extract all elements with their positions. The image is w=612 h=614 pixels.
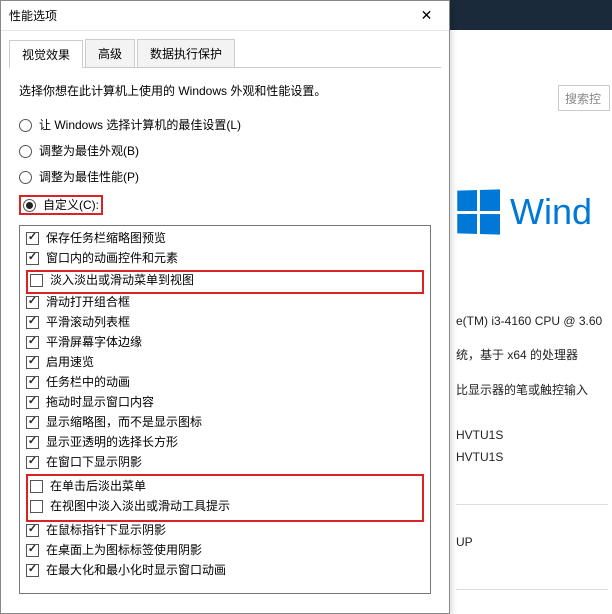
radio-label: 调整为最佳性能(P) — [39, 169, 139, 185]
performance-options-dialog: 性能选项 ✕ 视觉效果 高级 数据执行保护 选择你想在此计算机上使用的 Wind… — [0, 0, 450, 614]
effect-label: 任务栏中的动画 — [46, 374, 130, 390]
effect-item[interactable]: 拖动时显示窗口内容 — [26, 394, 424, 410]
effect-label: 显示缩略图，而不是显示图标 — [46, 414, 202, 430]
radio-icon — [19, 171, 32, 184]
effect-label: 显示亚透明的选择长方形 — [46, 434, 178, 450]
effect-item[interactable]: 在窗口下显示阴影 — [26, 454, 424, 470]
effect-label: 在鼠标指针下显示阴影 — [46, 522, 166, 538]
checkbox-icon — [26, 524, 39, 537]
effect-label: 拖动时显示窗口内容 — [46, 394, 154, 410]
effect-label: 滑动打开组合框 — [46, 294, 130, 310]
checkbox-icon — [26, 232, 39, 245]
checkbox-icon — [26, 456, 39, 469]
radio-option-1[interactable]: 调整为最佳外观(B) — [19, 143, 431, 159]
radio-label: 自定义(C): — [43, 197, 99, 213]
checkbox-icon — [26, 436, 39, 449]
peninput-line: 比显示器的笔或触控输入 — [456, 381, 608, 398]
windows-logo-icon — [457, 189, 500, 234]
effect-item[interactable]: 保存任务栏缩略图预览 — [26, 230, 424, 246]
windows-brand: Wind — [456, 190, 608, 234]
radio-label: 让 Windows 选择计算机的最佳设置(L) — [39, 117, 241, 133]
checkbox-icon — [26, 316, 39, 329]
dialog-titlebar: 性能选项 ✕ — [1, 1, 449, 31]
effect-label: 平滑屏幕字体边缘 — [46, 334, 142, 350]
highlight-box: 在单击后淡出菜单在视图中淡入淡出或滑动工具提示 — [26, 474, 424, 522]
checkbox-icon — [26, 336, 39, 349]
effect-label: 在最大化和最小化时显示窗口动画 — [46, 562, 226, 578]
radio-icon — [19, 145, 32, 158]
checkbox-icon — [26, 416, 39, 429]
checkbox-icon — [30, 500, 43, 513]
tab-dep[interactable]: 数据执行保护 — [137, 39, 235, 67]
effect-label: 窗口内的动画控件和元素 — [46, 250, 178, 266]
checkbox-icon — [26, 252, 39, 265]
effect-label: 在单击后淡出菜单 — [50, 478, 146, 494]
cpu-line: e(TM) i3-4160 CPU @ 3.60 — [456, 314, 608, 328]
workgroup-line: UP — [456, 535, 608, 549]
tab-advanced[interactable]: 高级 — [85, 39, 135, 67]
radio-option-3[interactable]: 自定义(C): — [19, 195, 431, 215]
effect-item[interactable]: 在桌面上为图标标签使用阴影 — [26, 542, 424, 558]
effect-item[interactable]: 平滑屏幕字体边缘 — [26, 334, 424, 350]
highlight-box: 自定义(C): — [19, 195, 103, 215]
checkbox-icon — [26, 544, 39, 557]
tab-row: 视觉效果 高级 数据执行保护 — [9, 39, 441, 68]
effect-item[interactable]: 淡入淡出或滑动菜单到视图 — [30, 272, 420, 288]
checkbox-icon — [30, 274, 43, 287]
effect-item[interactable]: 在最大化和最小化时显示窗口动画 — [26, 562, 424, 578]
radio-icon — [19, 119, 32, 132]
radio-option-0[interactable]: 让 Windows 选择计算机的最佳设置(L) — [19, 117, 431, 133]
dialog-title: 性能选项 — [9, 7, 57, 24]
tab-visual-effects[interactable]: 视觉效果 — [9, 40, 83, 68]
arch-line: 统，基于 x64 的处理器 — [456, 346, 608, 363]
dialog-description: 选择你想在此计算机上使用的 Windows 外观和性能设置。 — [19, 82, 431, 99]
highlight-box: 淡入淡出或滑动菜单到视图 — [26, 270, 424, 294]
close-icon: ✕ — [421, 7, 433, 24]
effect-label: 启用速览 — [46, 354, 94, 370]
hostname-1: HVTU1S — [456, 428, 608, 442]
effect-item[interactable]: 在鼠标指针下显示阴影 — [26, 522, 424, 538]
effect-item[interactable]: 在单击后淡出菜单 — [30, 478, 420, 494]
effect-label: 在视图中淡入淡出或滑动工具提示 — [50, 498, 230, 514]
search-placeholder: 搜索控 — [565, 90, 601, 107]
radio-option-2[interactable]: 调整为最佳性能(P) — [19, 169, 431, 185]
checkbox-icon — [26, 564, 39, 577]
radio-icon — [23, 199, 36, 212]
effect-item[interactable]: 窗口内的动画控件和元素 — [26, 250, 424, 266]
effect-label: 平滑滚动列表框 — [46, 314, 130, 330]
effect-label: 在窗口下显示阴影 — [46, 454, 142, 470]
effect-item[interactable]: 任务栏中的动画 — [26, 374, 424, 390]
radio-label: 调整为最佳外观(B) — [39, 143, 139, 159]
checkbox-icon — [26, 356, 39, 369]
checkbox-icon — [26, 296, 39, 309]
control-panel-search[interactable]: 搜索控 — [558, 85, 610, 111]
brand-text: Wind — [510, 191, 592, 233]
effect-item[interactable]: 显示亚透明的选择长方形 — [26, 434, 424, 450]
effect-item[interactable]: 在视图中淡入淡出或滑动工具提示 — [30, 498, 420, 514]
close-button[interactable]: ✕ — [404, 1, 449, 30]
checkbox-icon — [26, 376, 39, 389]
checkbox-icon — [26, 396, 39, 409]
effect-label: 在桌面上为图标标签使用阴影 — [46, 542, 202, 558]
effect-item[interactable]: 显示缩略图，而不是显示图标 — [26, 414, 424, 430]
effect-item[interactable]: 平滑滚动列表框 — [26, 314, 424, 330]
hostname-2: HVTU1S — [456, 450, 608, 464]
checkbox-icon — [30, 480, 43, 493]
effect-item[interactable]: 滑动打开组合框 — [26, 294, 424, 310]
effect-label: 保存任务栏缩略图预览 — [46, 230, 166, 246]
system-info-background: 搜索控 Wind e(TM) i3-4160 CPU @ 3.60 统，基于 x… — [452, 30, 612, 614]
effect-label: 淡入淡出或滑动菜单到视图 — [50, 272, 194, 288]
effect-item[interactable]: 启用速览 — [26, 354, 424, 370]
effects-listbox[interactable]: 保存任务栏缩略图预览窗口内的动画控件和元素淡入淡出或滑动菜单到视图滑动打开组合框… — [19, 225, 431, 594]
